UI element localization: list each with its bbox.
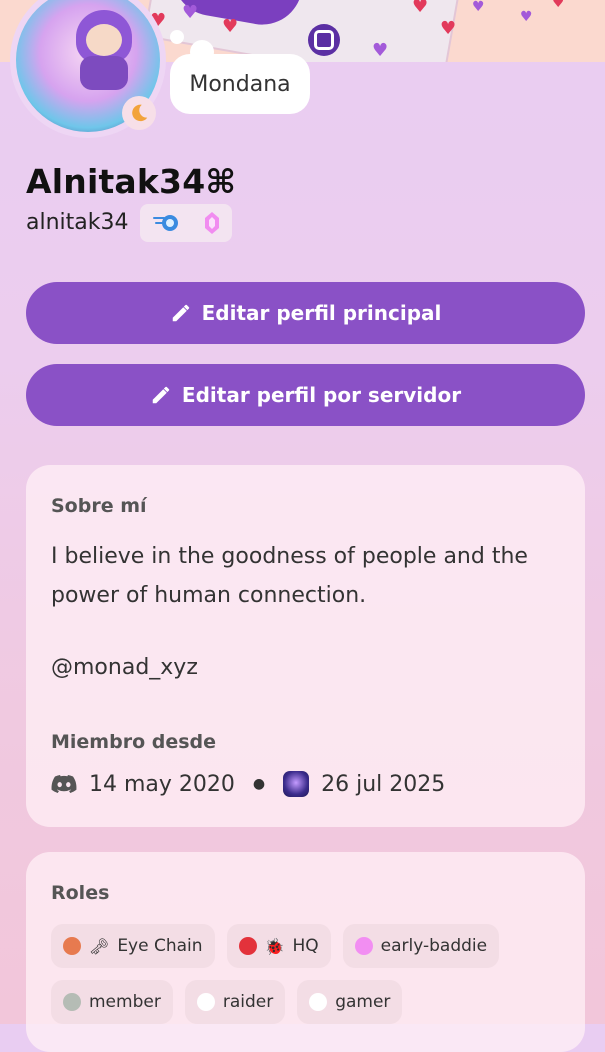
role-icon: 🐞 xyxy=(264,936,285,956)
role-pill[interactable]: early-baddie xyxy=(342,924,500,968)
edit-server-profile-label: Editar perfil por servidor xyxy=(181,383,462,407)
role-label: member xyxy=(89,992,161,1012)
role-pill[interactable]: member xyxy=(51,980,173,1024)
edit-main-profile-button[interactable]: Editar perfil principal xyxy=(26,282,585,344)
bubble-tail-dot xyxy=(170,30,184,44)
server-icon xyxy=(283,771,310,797)
edit-server-profile-button[interactable]: Editar perfil por servidor xyxy=(26,364,585,426)
heart-icon: ♥ xyxy=(182,2,199,23)
display-name: Alnitak34⌘ xyxy=(26,162,237,201)
roles-card: Roles 🗝 Eye Chain 🐞 HQ early-baddie memb… xyxy=(26,852,585,1052)
role-pill[interactable]: 🐞 HQ xyxy=(226,924,331,968)
boost-badge-icon[interactable] xyxy=(203,211,221,235)
about-me-card: Sobre mí I believe in the goodness of pe… xyxy=(26,465,585,827)
role-label: HQ xyxy=(292,936,319,956)
role-color-dot xyxy=(63,937,81,955)
role-label: raider xyxy=(222,992,274,1012)
heart-icon: ♥ xyxy=(520,9,533,25)
heart-icon: ♥ xyxy=(372,40,389,61)
discord-icon xyxy=(51,774,77,794)
role-label: Eye Chain xyxy=(117,936,203,956)
edit-main-profile-label: Editar perfil principal xyxy=(201,301,442,325)
nitro-badge-icon[interactable] xyxy=(152,212,180,234)
role-icon: 🗝 xyxy=(89,936,110,956)
role-pill[interactable]: 🗝 Eye Chain xyxy=(51,924,215,968)
role-label: early-baddie xyxy=(380,936,488,956)
heart-icon: ♥ xyxy=(222,16,239,37)
about-me-heading: Sobre mí xyxy=(51,495,147,517)
username: alnitak34 xyxy=(26,210,129,235)
heart-icon: ♥ xyxy=(472,0,485,15)
moon-icon xyxy=(128,102,150,124)
role-pill[interactable]: raider xyxy=(184,980,286,1024)
role-label: gamer xyxy=(335,992,391,1012)
role-color-dot xyxy=(63,993,81,1011)
role-pill[interactable]: gamer xyxy=(297,980,403,1024)
discord-join-date: 14 may 2020 xyxy=(89,771,235,797)
custom-status-text: Mondana xyxy=(189,71,291,97)
heart-icon: ♥ xyxy=(552,0,565,11)
heart-icon: ♥ xyxy=(412,0,429,17)
roles-heading: Roles xyxy=(51,882,110,904)
status-indicator xyxy=(122,96,156,130)
pencil-icon xyxy=(170,302,192,324)
custom-status-bubble[interactable]: Mondana xyxy=(170,54,310,114)
roles-list: 🗝 Eye Chain 🐞 HQ early-baddie member rai… xyxy=(51,924,571,1024)
separator-dot: ● xyxy=(252,776,266,792)
role-color-dot xyxy=(309,993,328,1011)
server-join-date: 26 jul 2025 xyxy=(321,771,446,797)
about-me-text: I believe in the goodness of people and … xyxy=(51,544,528,608)
member-since-row: 14 may 2020 ● 26 jul 2025 xyxy=(51,771,445,797)
monad-seal-icon xyxy=(308,24,340,56)
heart-icon: ♥ xyxy=(440,18,457,39)
role-color-dot xyxy=(354,937,373,955)
about-me-handle[interactable]: @monad_xyz xyxy=(51,655,198,680)
role-color-dot xyxy=(238,937,257,955)
role-color-dot xyxy=(196,993,215,1011)
member-since-heading: Miembro desde xyxy=(51,731,217,753)
pencil-icon xyxy=(150,384,172,406)
badge-group[interactable] xyxy=(140,204,232,242)
